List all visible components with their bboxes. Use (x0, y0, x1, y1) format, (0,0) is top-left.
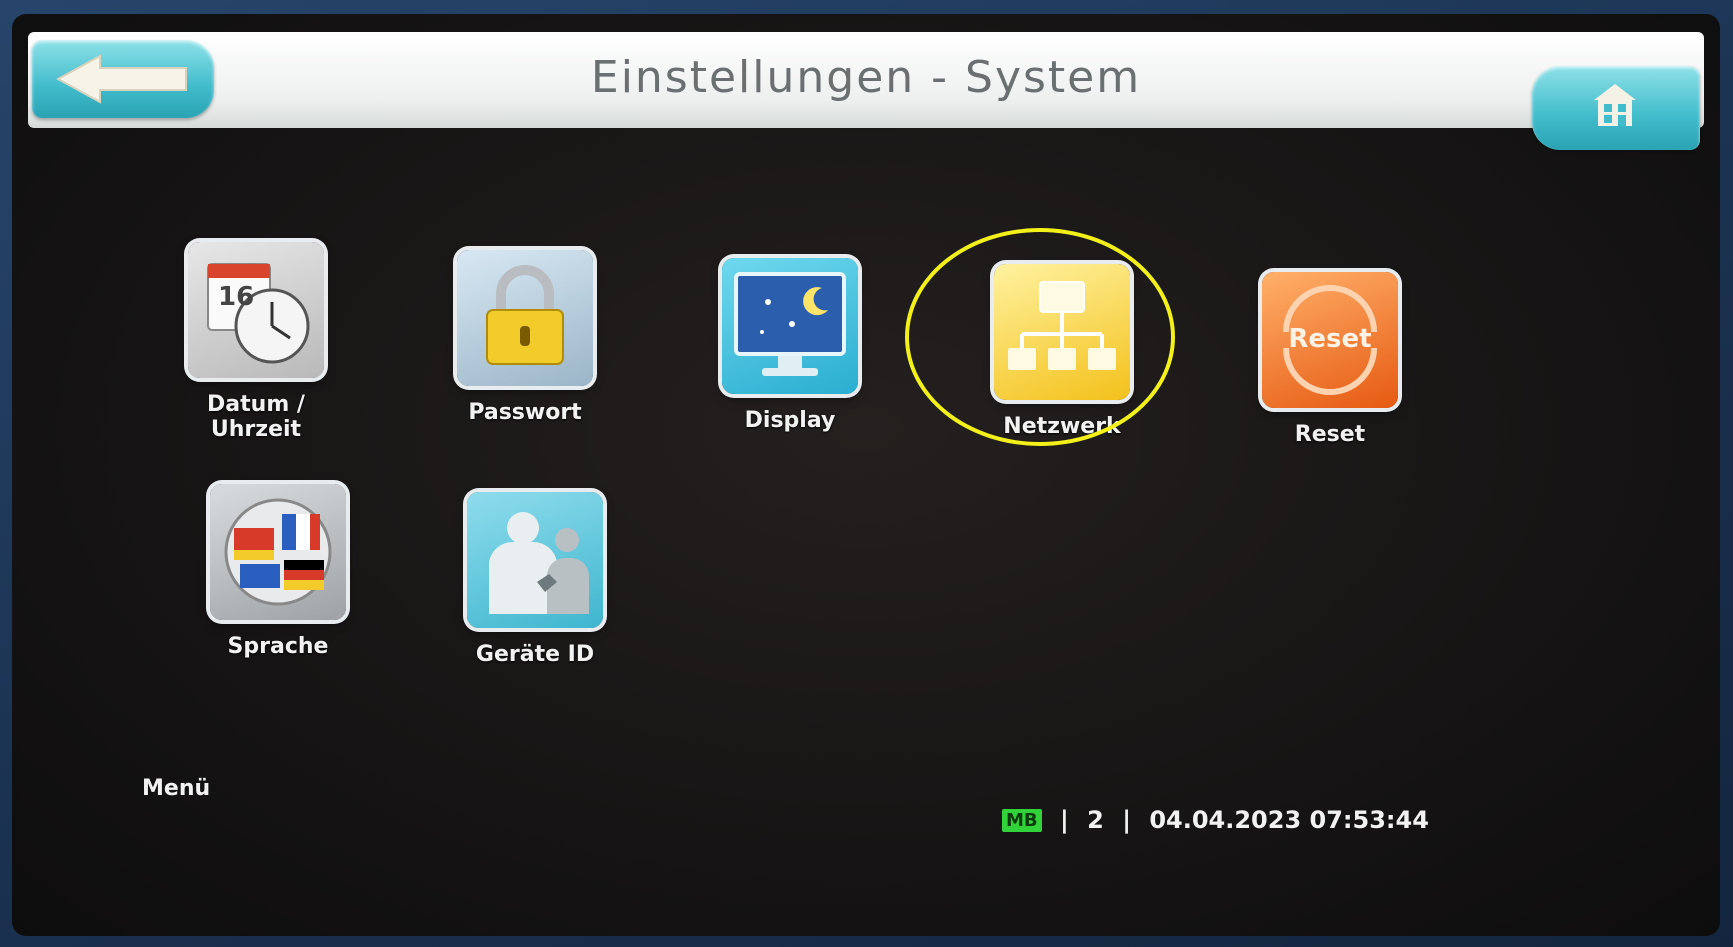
status-separator: | (1060, 806, 1069, 834)
tile-label: Netzwerk (1003, 414, 1121, 439)
touch-screen: Einstellungen - System 16 Datum / Uhrzei… (12, 14, 1720, 936)
tile-label: Passwort (468, 400, 582, 425)
calendar-clock-icon: 16 (188, 242, 324, 378)
tile-datum-uhrzeit[interactable]: 16 Datum / Uhrzeit (166, 242, 346, 442)
reset-icon-text: Reset (1288, 324, 1372, 354)
reset-icon: Reset (1262, 272, 1398, 408)
title-bar: Einstellungen - System (28, 32, 1704, 150)
menu-button[interactable]: Menü (142, 776, 210, 801)
home-icon (1594, 84, 1636, 126)
tile-passwort[interactable]: Passwort (435, 250, 615, 425)
tile-label: Sprache (227, 634, 329, 659)
status-datetime: 04.04.2023 07:53:44 (1149, 806, 1429, 834)
calendar-day-text: 16 (218, 282, 255, 312)
page-title: Einstellungen - System (590, 52, 1142, 103)
tile-label: Datum / Uhrzeit (207, 392, 305, 442)
tile-label: Reset (1294, 422, 1366, 447)
tile-label: Geräte ID (475, 642, 595, 667)
status-number: 2 (1087, 806, 1104, 834)
tile-display[interactable]: Display (700, 258, 880, 433)
tile-geraete-id[interactable]: Geräte ID (445, 492, 625, 667)
tile-sprache[interactable]: Sprache (188, 484, 368, 659)
device-id-icon (467, 492, 603, 628)
tile-reset[interactable]: Reset Reset (1240, 272, 1420, 447)
monitor-icon (722, 258, 858, 394)
tile-label: Display (744, 408, 836, 433)
language-flags-icon (210, 484, 346, 620)
network-icon (994, 264, 1130, 400)
home-button[interactable] (1532, 66, 1700, 150)
status-separator: | (1122, 806, 1131, 834)
mb-badge: MB (1002, 809, 1042, 832)
tile-netzwerk[interactable]: Netzwerk (972, 264, 1152, 439)
status-bar: MB | 2 | 04.04.2023 07:53:44 (1002, 806, 1429, 842)
padlock-icon (457, 250, 593, 386)
